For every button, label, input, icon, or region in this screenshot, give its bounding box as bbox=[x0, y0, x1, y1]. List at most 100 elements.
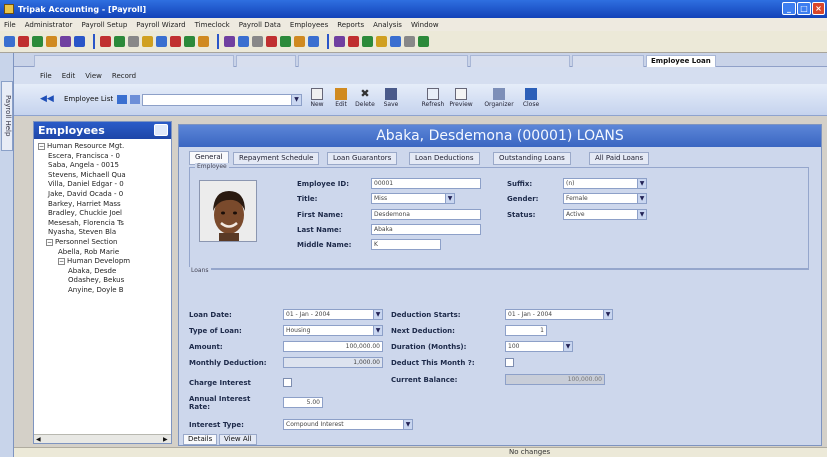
tab-employee-loan[interactable]: Employee Loan bbox=[646, 55, 716, 67]
organizer-button[interactable]: Organizer bbox=[482, 88, 516, 114]
toolbar-icon[interactable] bbox=[156, 36, 167, 47]
menu-reports[interactable]: Reports bbox=[337, 21, 364, 29]
close-button[interactable]: × bbox=[812, 2, 825, 15]
toolbar-icon[interactable] bbox=[114, 36, 125, 47]
toolbar-icon[interactable] bbox=[280, 36, 291, 47]
toolbar-icon[interactable] bbox=[32, 36, 43, 47]
document-tab[interactable] bbox=[298, 55, 468, 67]
menu-timeclock[interactable]: Timeclock bbox=[195, 21, 230, 29]
tree-item[interactable]: − Personnel Section bbox=[46, 238, 117, 246]
toolbar-icon[interactable] bbox=[266, 36, 277, 47]
grid-icon[interactable] bbox=[130, 95, 140, 104]
toolbar-icon[interactable] bbox=[252, 36, 263, 47]
deduct-this-month-checkbox[interactable] bbox=[505, 358, 514, 367]
toolbar-icon[interactable] bbox=[294, 36, 305, 47]
tree-item[interactable]: Escera, Francisca - 0 bbox=[48, 152, 120, 160]
toolbar-icon[interactable] bbox=[238, 36, 249, 47]
toolbar-icon[interactable] bbox=[390, 36, 401, 47]
tree-item[interactable]: − Human Resource Mgt. bbox=[38, 142, 124, 150]
chevron-down-icon[interactable]: ▼ bbox=[445, 194, 454, 203]
submenu-view[interactable]: View bbox=[85, 72, 102, 80]
tree-item[interactable]: Nyasha, Steven Bla bbox=[48, 228, 116, 236]
payroll-help-tab[interactable]: Payroll Help bbox=[1, 81, 13, 151]
document-tab[interactable] bbox=[572, 55, 644, 67]
amount-field[interactable]: 100,000.00 bbox=[283, 341, 383, 352]
toolbar-icon[interactable] bbox=[170, 36, 181, 47]
tree-item[interactable]: Barkey, Harriet Mass bbox=[48, 200, 121, 208]
document-tab[interactable] bbox=[236, 55, 296, 67]
menu-administrator[interactable]: Administrator bbox=[25, 21, 73, 29]
document-tab[interactable] bbox=[34, 55, 234, 67]
tree-item[interactable]: Stevens, Michaell Qua bbox=[48, 171, 126, 179]
toolbar-icon[interactable] bbox=[46, 36, 57, 47]
status-select[interactable]: Active ▼ bbox=[563, 209, 647, 220]
toolbar-icon[interactable] bbox=[308, 36, 319, 47]
toolbar-icon[interactable] bbox=[184, 36, 195, 47]
delete-button[interactable]: ✖ Delete bbox=[352, 88, 378, 114]
toolbar-icon[interactable] bbox=[128, 36, 139, 47]
deduction-starts-picker[interactable]: 01 - Jan - 2004 ▼ bbox=[505, 309, 613, 320]
tree-item[interactable]: Bradley, Chuckie Joel bbox=[48, 209, 122, 217]
menu-payroll-data[interactable]: Payroll Data bbox=[239, 21, 281, 29]
chevron-down-icon[interactable]: ▼ bbox=[291, 95, 301, 105]
annual-rate-field[interactable]: 5.00 bbox=[283, 397, 323, 408]
toolbar-icon[interactable] bbox=[418, 36, 429, 47]
chevron-down-icon[interactable]: ▼ bbox=[637, 210, 646, 219]
toolbar-icon[interactable] bbox=[334, 36, 345, 47]
toolbar-icon[interactable] bbox=[348, 36, 359, 47]
gender-select[interactable]: Female ▼ bbox=[563, 193, 647, 204]
refresh-button[interactable]: Refresh bbox=[420, 88, 446, 114]
save-button[interactable]: Save bbox=[378, 88, 404, 114]
scroll-right-icon[interactable]: ▶ bbox=[163, 436, 169, 443]
submenu-edit[interactable]: Edit bbox=[62, 72, 76, 80]
collapse-icon[interactable]: − bbox=[46, 239, 53, 246]
charge-interest-checkbox[interactable] bbox=[283, 378, 292, 387]
preview-button[interactable]: Preview bbox=[448, 88, 474, 114]
employee-id-field[interactable]: 00001 bbox=[371, 178, 481, 189]
chevron-down-icon[interactable]: ▼ bbox=[637, 179, 646, 188]
list-icon[interactable] bbox=[117, 95, 127, 104]
suffix-select[interactable]: (n) ▼ bbox=[563, 178, 647, 189]
tree-item[interactable]: Abaka, Desde bbox=[68, 267, 116, 275]
chevron-down-icon[interactable]: ▼ bbox=[563, 342, 572, 351]
toolbar-icon[interactable] bbox=[362, 36, 373, 47]
close-form-button[interactable]: Close bbox=[518, 88, 544, 114]
chevron-down-icon[interactable]: ▼ bbox=[603, 310, 612, 319]
minimize-button[interactable]: _ bbox=[782, 2, 796, 15]
tab-view-all[interactable]: View All bbox=[219, 434, 257, 445]
duration-select[interactable]: 100 ▼ bbox=[505, 341, 573, 352]
tab-loan-deductions[interactable]: Loan Deductions bbox=[409, 152, 480, 165]
toolbar-icon[interactable] bbox=[100, 36, 111, 47]
edit-button[interactable]: Edit bbox=[328, 88, 354, 114]
menu-file[interactable]: File bbox=[4, 21, 16, 29]
title-select[interactable]: Miss ▼ bbox=[371, 193, 455, 204]
tree-item[interactable]: − Human Developm bbox=[58, 257, 130, 266]
toolbar-icon[interactable] bbox=[4, 36, 15, 47]
tab-all-paid-loans[interactable]: All Paid Loans bbox=[589, 152, 650, 165]
document-tab[interactable] bbox=[470, 55, 570, 67]
collapse-icon[interactable]: − bbox=[58, 258, 65, 266]
tab-details[interactable]: Details bbox=[183, 434, 218, 445]
tab-repayment-schedule[interactable]: Repayment Schedule bbox=[233, 152, 320, 165]
toolbar-icon[interactable] bbox=[74, 36, 85, 47]
menu-employees[interactable]: Employees bbox=[290, 21, 328, 29]
tab-loan-guarantors[interactable]: Loan Guarantors bbox=[327, 152, 398, 165]
tree-item[interactable]: Abella, Rob Marie bbox=[58, 248, 119, 256]
chevron-down-icon[interactable]: ▼ bbox=[403, 420, 412, 429]
maximize-button[interactable]: □ bbox=[797, 2, 811, 15]
first-name-field[interactable]: Desdemona bbox=[371, 209, 481, 220]
next-deduction-field[interactable]: 1 bbox=[505, 325, 547, 336]
tree-item[interactable]: Jake, David Ocada - 0 bbox=[48, 190, 123, 198]
tree-item[interactable]: Villa, Daniel Edgar - 0 bbox=[48, 180, 124, 188]
tree-item[interactable]: Mesesah, Florencia Ts bbox=[48, 219, 124, 227]
tree-item[interactable]: Saba, Angela - 0015 bbox=[48, 161, 119, 169]
tab-outstanding-loans[interactable]: Outstanding Loans bbox=[493, 152, 571, 165]
middle-name-field[interactable]: K bbox=[371, 239, 441, 250]
tree-item[interactable]: Anyine, Doyle B bbox=[68, 286, 124, 294]
toolbar-icon[interactable] bbox=[142, 36, 153, 47]
nav-arrows-icon[interactable]: ◀◀ bbox=[40, 94, 58, 104]
submenu-file[interactable]: File bbox=[40, 72, 52, 80]
loan-date-picker[interactable]: 01 - Jan - 2004 ▼ bbox=[283, 309, 383, 320]
employee-select[interactable]: ▼ bbox=[142, 94, 302, 106]
panel-options-icon[interactable] bbox=[154, 124, 168, 136]
